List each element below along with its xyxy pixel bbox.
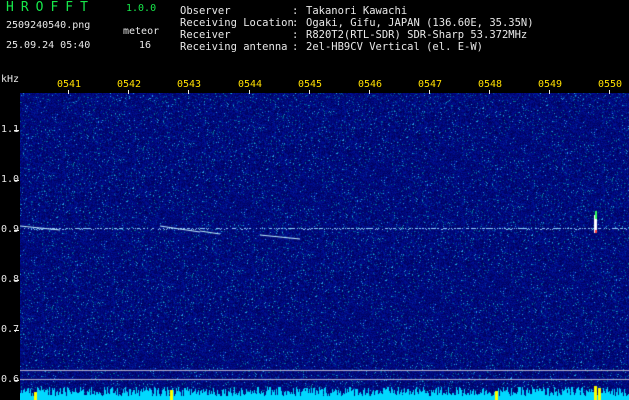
frequency-axis: 1.1 1.0 0.9 0.8 0.7 0.6 bbox=[0, 0, 20, 400]
time-label-0543: 0543 bbox=[176, 79, 202, 90]
freq-tick bbox=[14, 130, 19, 131]
app-version: 1.0.0 bbox=[126, 3, 157, 14]
spectrogram-image bbox=[20, 93, 629, 400]
freq-tick bbox=[14, 330, 19, 331]
freq-tick bbox=[14, 180, 19, 181]
freq-tick bbox=[14, 380, 19, 381]
antenna-value: 2el-HB9CV Vertical (el. E-W) bbox=[306, 41, 484, 53]
receiver-value: R820T2(RTL-SDR) SDR-Sharp 53.372MHz bbox=[306, 29, 528, 41]
receiver-colon: : bbox=[292, 29, 299, 41]
header-panel: HROFFT 1.0.0 2509240540.png 25.09.24 05:… bbox=[0, 0, 629, 80]
time-tick bbox=[429, 90, 430, 94]
antenna-colon: : bbox=[292, 41, 299, 53]
time-tick bbox=[188, 90, 189, 94]
antenna-label: Receiving antenna bbox=[180, 41, 288, 53]
location-label: Receiving Location bbox=[180, 17, 294, 29]
time-label-0542: 0542 bbox=[116, 79, 142, 90]
time-label-0545: 0545 bbox=[297, 79, 323, 90]
time-tick bbox=[369, 90, 370, 94]
time-label-0548: 0548 bbox=[477, 79, 503, 90]
time-label-0547: 0547 bbox=[417, 79, 443, 90]
location-colon: : bbox=[292, 17, 299, 29]
time-tick bbox=[489, 90, 490, 94]
meteor-count: 16 bbox=[139, 40, 152, 51]
time-label-0549: 0549 bbox=[537, 79, 563, 90]
time-label-0546: 0546 bbox=[357, 79, 383, 90]
time-label-0550: 0550 bbox=[597, 79, 623, 90]
time-axis: 0541 0542 0543 0544 0545 0546 0547 0548 0549 0550 bbox=[0, 79, 629, 93]
time-tick bbox=[549, 90, 550, 94]
spectrogram-canvas bbox=[20, 93, 629, 400]
time-tick bbox=[609, 90, 610, 94]
time-label-0541: 0541 bbox=[56, 79, 82, 90]
time-tick bbox=[68, 90, 69, 94]
time-tick bbox=[249, 90, 250, 94]
freq-tick bbox=[14, 280, 19, 281]
location-value: Ogaki, Gifu, JAPAN (136.60E, 35.35N) bbox=[306, 17, 534, 29]
meteor-label: meteor bbox=[123, 26, 160, 37]
time-tick bbox=[309, 90, 310, 94]
receiver-label: Receiver bbox=[180, 29, 231, 41]
observer-value: Takanori Kawachi bbox=[306, 5, 408, 17]
time-label-0544: 0544 bbox=[237, 79, 263, 90]
observer-colon: : bbox=[292, 5, 299, 17]
observer-label: Observer bbox=[180, 5, 231, 17]
time-tick bbox=[128, 90, 129, 94]
freq-tick bbox=[14, 230, 19, 231]
